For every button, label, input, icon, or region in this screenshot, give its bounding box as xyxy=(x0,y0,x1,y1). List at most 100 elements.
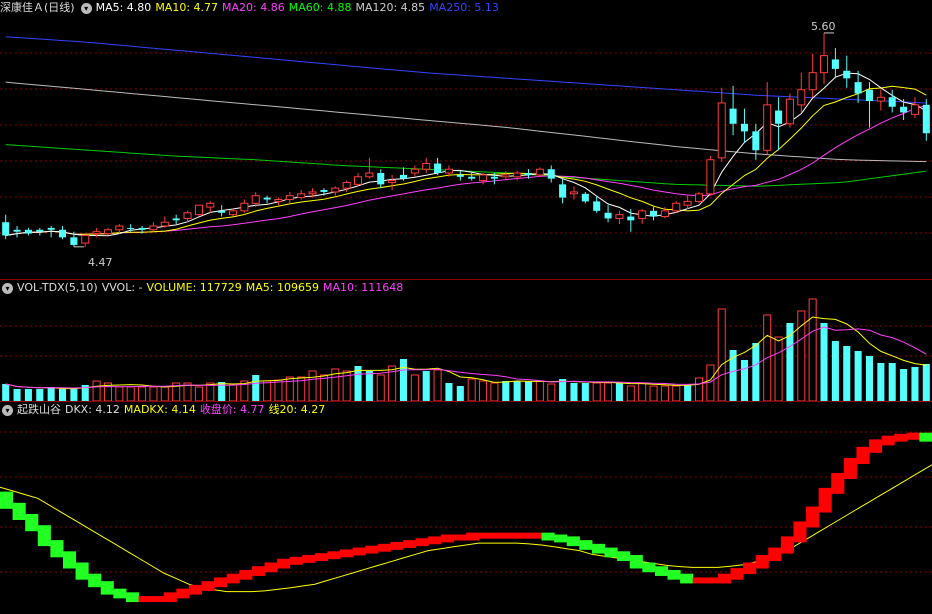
dkx-block xyxy=(717,573,731,584)
dkx-block xyxy=(264,562,278,573)
candle-body xyxy=(172,218,180,221)
dkx-block xyxy=(667,569,681,580)
volume-bar xyxy=(820,323,828,401)
volume-bar xyxy=(626,385,635,401)
dkx-block xyxy=(163,592,177,603)
volume-bar xyxy=(535,380,544,401)
dkx-block xyxy=(604,547,618,558)
candle-body xyxy=(797,89,806,106)
volume-panel[interactable]: ▾ VOL-TDX(5,10) VVOL: - VOLUME: 117729 M… xyxy=(0,280,932,401)
dkx-block xyxy=(125,592,140,603)
dkx-block xyxy=(151,596,165,603)
dkx-block xyxy=(491,532,505,539)
volume-bar xyxy=(922,364,930,401)
price-chart[interactable] xyxy=(0,0,932,279)
volume-bar xyxy=(24,389,32,401)
candle-body xyxy=(228,210,238,216)
candle-body xyxy=(194,204,203,216)
candle-body xyxy=(501,174,510,178)
dkx-block xyxy=(806,506,820,528)
candle-body xyxy=(490,176,498,179)
vol-indicator-name[interactable]: VOL-TDX(5,10) xyxy=(17,280,98,296)
ma250-label: MA250: 5.13 xyxy=(429,1,499,14)
candle-body xyxy=(900,106,908,113)
volume-bar xyxy=(649,385,658,401)
ma5-label: MA5: 4.80 xyxy=(95,1,152,14)
candle-body xyxy=(218,210,226,213)
candle-body xyxy=(24,229,32,234)
candle-body xyxy=(627,216,635,221)
dkx-block xyxy=(277,558,291,569)
candle-body xyxy=(320,190,328,192)
candle-body xyxy=(604,212,612,219)
volume-bar xyxy=(672,385,681,401)
volume-bar xyxy=(433,369,442,401)
dkx-block xyxy=(906,432,920,440)
dkx-block xyxy=(214,577,228,588)
volume-bar xyxy=(638,382,647,401)
volume-header: ▾ VOL-TDX(5,10) VVOL: - VOLUME: 117729 M… xyxy=(0,280,407,296)
volume-bar xyxy=(115,386,124,401)
volume-bar xyxy=(126,386,135,401)
dkx-block xyxy=(743,562,757,575)
candle-body xyxy=(444,168,453,174)
dkx-block xyxy=(25,514,39,532)
vol-ma5-label: MA5: 109659 xyxy=(245,281,319,294)
stock-name[interactable]: 深康佳Ａ xyxy=(0,0,44,16)
dkx-block xyxy=(692,577,706,584)
volume-bar xyxy=(274,379,283,401)
dkx-block xyxy=(239,569,253,580)
dkx-menu-icon[interactable]: ▾ xyxy=(2,404,13,416)
dkx-block xyxy=(869,439,883,453)
dkx-block xyxy=(314,553,328,562)
dkx-block xyxy=(377,543,391,552)
dkx-block xyxy=(793,521,807,543)
volume-bar xyxy=(877,363,885,401)
candle-body xyxy=(251,195,260,204)
dkx-block xyxy=(176,588,190,599)
candle-body xyxy=(888,97,896,107)
volume-bar xyxy=(547,383,556,401)
ma-menu-icon[interactable]: ▾ xyxy=(80,2,92,14)
dkx-panel[interactable]: ▾ 起跌山谷 DKX: 4.12 MADKX: 4.14 收盘价: 4.77 线… xyxy=(0,402,932,614)
candle-body xyxy=(285,195,294,200)
candle-body xyxy=(854,82,862,94)
dkx-block xyxy=(251,566,265,576)
candle-body xyxy=(752,131,760,151)
dkx-block xyxy=(390,541,404,550)
candle-body xyxy=(559,184,567,198)
vol-ma10-label: MA10: 111648 xyxy=(323,281,404,294)
candle-body xyxy=(183,212,192,219)
candle-body xyxy=(115,225,124,231)
candle-body xyxy=(2,222,10,236)
volume-bar xyxy=(70,389,78,401)
volume-bar xyxy=(786,323,794,401)
candle-body xyxy=(593,201,601,211)
candle-body xyxy=(775,110,783,124)
candle-body xyxy=(615,214,624,219)
dkx-chart[interactable] xyxy=(0,402,932,614)
candle-body xyxy=(785,98,794,125)
candle-body xyxy=(808,72,817,91)
dkx-block xyxy=(617,551,631,562)
candle-body xyxy=(377,173,385,185)
volume-chart[interactable] xyxy=(0,280,932,401)
volume-bar xyxy=(592,382,601,401)
candle-body xyxy=(354,176,363,185)
dkx-block xyxy=(37,525,51,547)
volume-bar xyxy=(479,380,488,401)
volume-bar xyxy=(138,386,147,401)
candle-body xyxy=(263,197,271,200)
candle-body xyxy=(308,191,317,195)
candle-body xyxy=(638,210,647,219)
ma60-line xyxy=(5,144,927,187)
dkx-block xyxy=(12,502,26,520)
volume-bar xyxy=(36,389,44,401)
candle-body xyxy=(683,200,692,206)
price-panel[interactable]: 深康佳Ａ (日线) ▾ MA5: 4.80 MA10: 4.77 MA20: 4… xyxy=(0,0,932,279)
candle-body xyxy=(160,221,169,227)
dkx-indicator-name[interactable]: 起跌山谷 xyxy=(17,402,61,418)
candle-body xyxy=(36,229,44,232)
volume-menu-icon[interactable]: ▾ xyxy=(2,282,13,294)
dkx-block xyxy=(680,573,694,584)
